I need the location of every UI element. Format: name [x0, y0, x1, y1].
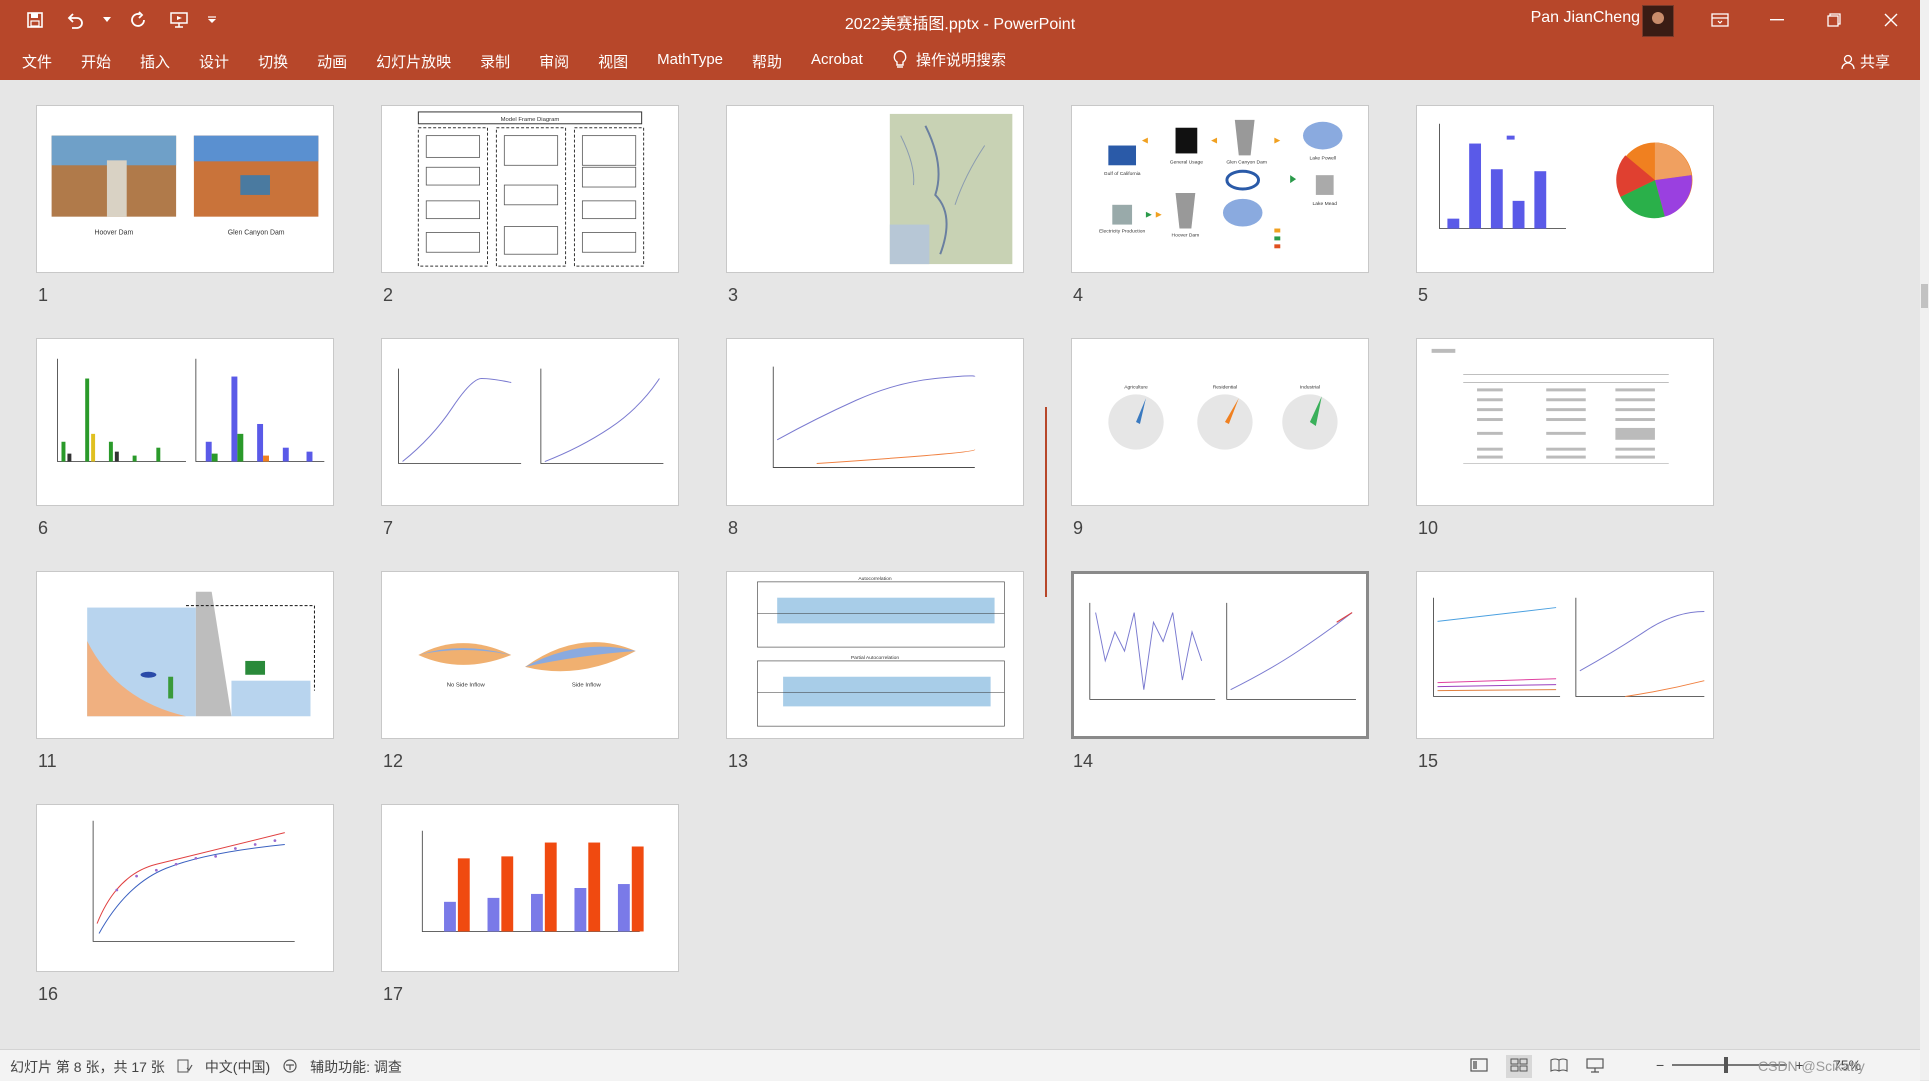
slide-number: 11 — [38, 751, 57, 771]
tab-view[interactable]: 视图 — [598, 51, 628, 72]
restore-icon[interactable] — [1806, 0, 1862, 40]
slide-number: 12 — [383, 751, 404, 771]
slide-number: 10 — [1418, 518, 1439, 538]
svg-text:Autocorrelation: Autocorrelation — [858, 576, 891, 582]
svg-text:Lake Powell: Lake Powell — [1309, 155, 1336, 161]
share-button[interactable]: 共享 — [1840, 51, 1890, 72]
slide-thumbnail-8[interactable] — [726, 338, 1024, 506]
svg-text:Glen Canyon Dam: Glen Canyon Dam — [1226, 159, 1267, 165]
accessibility-button[interactable]: 辅助功能: 调查 — [310, 1057, 402, 1077]
svg-text:Side Inflow: Side Inflow — [572, 683, 602, 689]
slide-2-title: Model Frame Diagram — [501, 117, 560, 123]
slide-thumbnail-9[interactable]: Agriculture Residential Industrial — [1071, 338, 1369, 506]
slide-number: 2 — [383, 285, 394, 305]
slide-thumbnail-10[interactable] — [1416, 338, 1714, 506]
zoom-out-icon[interactable]: − — [1656, 1057, 1664, 1073]
share-label: 共享 — [1859, 54, 1890, 71]
tab-design[interactable]: 设计 — [199, 51, 229, 72]
slide-thumbnail-13[interactable]: Autocorrelation Partial Autocorrelation — [726, 571, 1024, 739]
slide-thumbnail-11[interactable] — [36, 571, 334, 739]
svg-text:Gulf of California: Gulf of California — [1104, 171, 1141, 177]
normal-view-icon[interactable] — [1470, 1057, 1488, 1076]
tab-acrobat[interactable]: Acrobat — [811, 51, 863, 72]
slide-thumbnail-17[interactable] — [381, 804, 679, 972]
status-bar: 幻灯片 第 8 张，共 17 张 中文(中国) 辅助功能: 调查 − + 75%… — [0, 1049, 1920, 1081]
slide-thumbnail-4[interactable]: Gulf of California General Usage Glen Ca… — [1071, 105, 1369, 273]
slide-number: 7 — [383, 518, 394, 538]
title-bar: 2022美赛插图.pptx - PowerPoint Pan JianCheng — [0, 0, 1920, 40]
slide-sorter-view: Hoover Dam Glen Canyon Dam 1 Model Frame… — [0, 80, 1920, 1049]
slide-number: 15 — [1418, 751, 1439, 771]
slide-thumbnail-14[interactable] — [1071, 571, 1369, 739]
slide-number: 8 — [728, 518, 739, 538]
reading-view-icon[interactable] — [1550, 1057, 1568, 1076]
vertical-scrollbar[interactable] — [1920, 0, 1929, 1080]
svg-text:Residential: Residential — [1213, 384, 1237, 390]
person-icon — [1841, 54, 1855, 69]
slide-number: 9 — [1073, 518, 1084, 538]
slide-1-label-hoover: Hoover Dam — [94, 229, 133, 236]
tab-animations[interactable]: 动画 — [317, 51, 347, 72]
slide-info: 幻灯片 第 8 张，共 17 张 — [10, 1059, 165, 1075]
tab-file[interactable]: 文件 — [22, 51, 52, 72]
tab-mathtype[interactable]: MathType — [657, 51, 723, 72]
slide-number: 6 — [38, 518, 49, 538]
slide-number: 16 — [38, 984, 59, 1004]
svg-text:Industrial: Industrial — [1300, 384, 1320, 390]
svg-text:Lake Mead: Lake Mead — [1313, 201, 1338, 207]
search-label: 操作说明搜索 — [916, 52, 1007, 69]
lightbulb-icon — [893, 49, 907, 68]
avatar[interactable] — [1642, 5, 1674, 37]
slide-thumbnail-6[interactable] — [36, 338, 334, 506]
insertion-marker — [1045, 407, 1047, 597]
tab-insert[interactable]: 插入 — [140, 51, 170, 72]
user-name[interactable]: Pan JianCheng — [1531, 9, 1640, 27]
slide-thumbnail-15[interactable] — [1416, 571, 1714, 739]
tab-slideshow[interactable]: 幻灯片放映 — [376, 51, 451, 72]
scrollbar-thumb[interactable] — [1921, 284, 1928, 308]
slide-thumbnail-3[interactable] — [726, 105, 1024, 273]
watermark-text: CSDN @Scikatty — [1758, 1058, 1865, 1074]
slide-thumbnail-1[interactable]: Hoover Dam Glen Canyon Dam — [36, 105, 334, 273]
language-button[interactable]: 中文(中国) — [205, 1057, 270, 1077]
tell-me-search[interactable]: 操作说明搜索 — [892, 49, 1006, 70]
slide-1-label-glen: Glen Canyon Dam — [228, 229, 285, 236]
ribbon-tabs: 文件 开始 插入 设计 切换 动画 幻灯片放映 录制 审阅 视图 MathTyp… — [0, 40, 1920, 80]
ribbon-display-options-icon[interactable] — [1692, 0, 1748, 40]
slide-number: 17 — [383, 984, 404, 1004]
svg-text:Partial Autocorrelation: Partial Autocorrelation — [851, 655, 900, 661]
slide-thumbnail-12[interactable]: No Side Inflow Side Inflow — [381, 571, 679, 739]
minimize-icon[interactable] — [1749, 0, 1805, 40]
slide-number: 3 — [728, 285, 739, 305]
tab-help[interactable]: 帮助 — [752, 51, 782, 72]
svg-text:Hoover Dam: Hoover Dam — [1172, 232, 1200, 238]
tab-record[interactable]: 录制 — [480, 51, 510, 72]
accessibility-icon[interactable] — [282, 1058, 298, 1077]
tab-home[interactable]: 开始 — [81, 51, 111, 72]
spellcheck-icon[interactable] — [177, 1059, 193, 1076]
slide-number: 13 — [728, 751, 749, 771]
zoom-slider-thumb[interactable] — [1724, 1057, 1729, 1073]
slide-thumbnail-16[interactable] — [36, 804, 334, 972]
slide-sorter-view-icon[interactable] — [1506, 1055, 1532, 1078]
slide-thumbnail-5[interactable] — [1416, 105, 1714, 273]
slide-thumbnail-7[interactable] — [381, 338, 679, 506]
slide-number: 5 — [1418, 285, 1429, 305]
slide-number: 14 — [1073, 751, 1094, 771]
close-icon[interactable] — [1863, 0, 1919, 40]
slide-number: 1 — [38, 285, 49, 305]
tab-transitions[interactable]: 切换 — [258, 51, 288, 72]
tab-review[interactable]: 审阅 — [539, 51, 569, 72]
svg-text:Electricity Production: Electricity Production — [1099, 228, 1145, 234]
svg-text:Agriculture: Agriculture — [1124, 384, 1148, 390]
slide-thumbnail-2[interactable]: Model Frame Diagram — [381, 105, 679, 273]
svg-text:No Side Inflow: No Side Inflow — [447, 683, 486, 689]
slideshow-view-icon[interactable] — [1586, 1057, 1604, 1076]
slide-number: 4 — [1073, 285, 1084, 305]
svg-text:General Usage: General Usage — [1170, 159, 1203, 165]
